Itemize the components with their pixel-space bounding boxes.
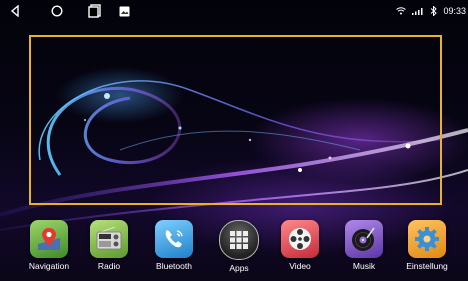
app-label: Radio [97, 261, 121, 271]
status-bar: 09:33 [0, 0, 468, 22]
clock: 09:33 [443, 6, 466, 16]
film-reel-icon [281, 220, 319, 258]
phone-icon [155, 220, 193, 258]
vinyl-record-icon [345, 220, 383, 258]
app-label: Bluetooth [156, 261, 192, 271]
app-apps[interactable]: Apps [211, 218, 267, 281]
screenshot-icon[interactable] [118, 4, 130, 18]
app-label: Einstellung [406, 261, 448, 271]
app-radio[interactable]: Radio [81, 218, 137, 281]
app-bluetooth[interactable]: Bluetooth [146, 218, 202, 281]
app-dock: Navigation Radio Bluetooth Apps Video Mu… [0, 218, 468, 281]
app-label: Apps [229, 263, 249, 273]
bluetooth-icon [430, 6, 438, 16]
app-label: Musik [352, 261, 376, 271]
gear-icon [408, 220, 446, 258]
app-label: Video [289, 261, 311, 271]
map-pin-icon [30, 220, 68, 258]
signal-icon [412, 7, 424, 15]
app-label: Navigation [28, 261, 70, 271]
app-musik[interactable]: Musik [336, 218, 392, 281]
highlight-frame [29, 35, 442, 205]
status-indicators: 09:33 [396, 4, 466, 18]
back-icon[interactable] [8, 4, 22, 18]
app-video[interactable]: Video [272, 218, 328, 281]
app-einstellung[interactable]: Einstellung [399, 218, 455, 281]
apps-grid-icon [219, 220, 259, 260]
recents-icon[interactable] [87, 4, 103, 18]
radio-icon [90, 220, 128, 258]
home-icon[interactable] [50, 4, 64, 18]
app-navigation[interactable]: Navigation [21, 218, 77, 281]
wifi-icon [396, 7, 407, 15]
